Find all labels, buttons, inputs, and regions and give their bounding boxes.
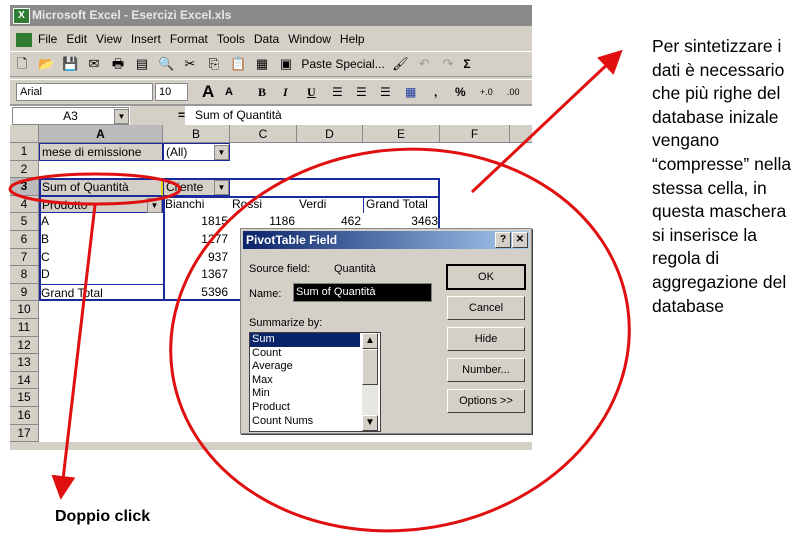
double-click-label: Doppio click — [55, 508, 151, 525]
explanation-text: Per sintetizzare i dati è necessario che… — [652, 36, 792, 316]
highlight-ellipse-a3 — [8, 172, 182, 206]
arrow-to-double-click — [51, 204, 97, 500]
highlight-ellipse-dialog — [169, 147, 631, 533]
arrow-to-text — [470, 49, 623, 194]
